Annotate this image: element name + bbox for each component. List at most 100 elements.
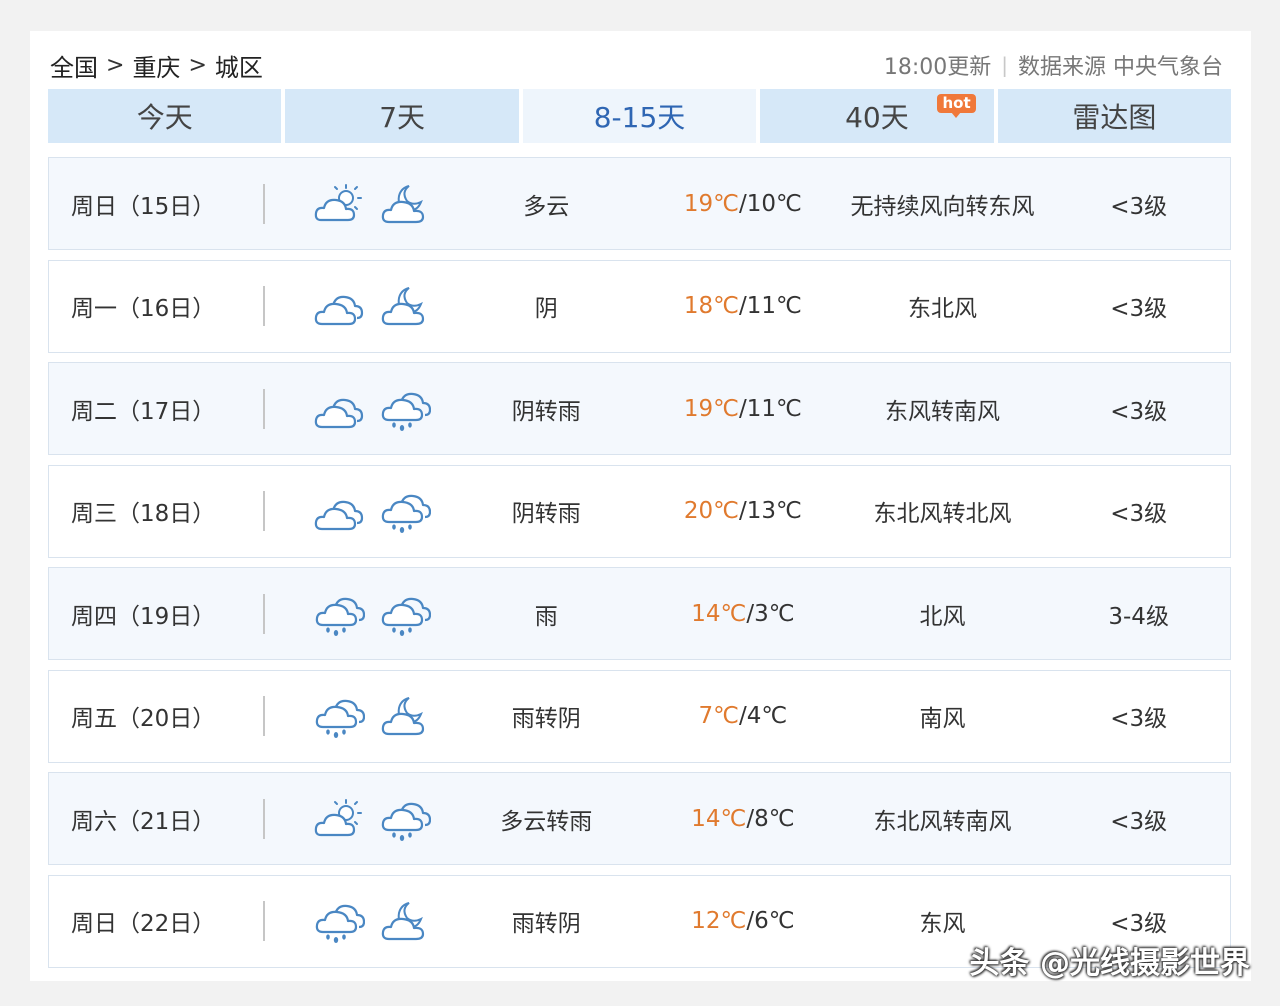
day-label: 周六（21日） (49, 798, 265, 839)
low-temp: 4℃ (746, 703, 788, 729)
weather-panel: 全国 > 重庆 > 城区 18:00更新 | 数据来源 中央气象台 今天 7天 … (30, 31, 1251, 981)
divider: | (1001, 53, 1008, 77)
day-label: 周日（22日） (49, 901, 265, 941)
high-temp: 12℃ (691, 908, 747, 934)
forecast-row: 周五（20日） 雨转阴 7℃/4℃ 南风 <3级 (48, 669, 1231, 763)
temperature: 20℃/13℃ (648, 498, 838, 524)
partly-cloudy-day-icon (314, 798, 362, 836)
temperature: 7℃/4℃ (648, 703, 838, 729)
low-temp: 13℃ (746, 498, 802, 524)
breadcrumb-district: 城区 (214, 53, 263, 82)
partly-cloudy-night-icon (381, 902, 424, 941)
wind-direction: 北风 (919, 603, 966, 630)
wind-level: <3级 (1110, 501, 1168, 527)
wind-level: <3级 (1110, 706, 1168, 732)
high-temp: 20℃ (683, 498, 739, 524)
partly-cloudy-night-icon (381, 184, 424, 223)
wind-level: <3级 (1110, 296, 1168, 322)
breadcrumb-country[interactable]: 全国 (50, 48, 98, 83)
wind-direction: 东风转南风 (885, 398, 1001, 425)
tab-label: 雷达图 (1072, 101, 1157, 134)
forecast-row: 周三（18日） 阴转雨 20℃/13℃ 东北风转北风 <3级 (48, 464, 1231, 558)
wind-direction: 东风 (919, 911, 966, 937)
rain-icon (381, 802, 431, 841)
wind-level: <3级 (1110, 911, 1168, 937)
temperature: 12℃/6℃ (648, 908, 838, 934)
low-temp: 11℃ (746, 395, 802, 422)
low-temp: 11℃ (746, 293, 802, 319)
wind-direction: 东北风转南风 (873, 808, 1012, 835)
weather-icons (265, 284, 445, 328)
weather-icons (265, 694, 445, 738)
weather-icons (265, 182, 445, 226)
tab-40-days[interactable]: 40天 hot (760, 89, 994, 143)
weather-description: 雨 (534, 603, 558, 630)
rain-icon (381, 597, 431, 636)
rain-icon (315, 699, 365, 738)
rain-icon (381, 392, 431, 431)
wind-level: <3级 (1110, 398, 1168, 425)
breadcrumb-separator: > (188, 52, 207, 78)
forecast-row: 周六（21日） 多云转雨 14℃/8℃ 东北风转南风 <3级 (48, 772, 1231, 865)
breadcrumb-separator: > (106, 52, 125, 78)
forecast-list: 周日（15日） 多云 19℃/10℃ 无持续风向转东风 <3级 周一（16日）阴 18℃/1… (48, 157, 1231, 977)
partly-cloudy-night-icon (381, 697, 424, 736)
weather-description: 雨转阴 (511, 911, 581, 937)
partly-cloudy-day-icon (314, 183, 362, 221)
tab-label: 7天 (379, 101, 426, 134)
weather-description: 雨转阴 (511, 706, 581, 732)
rain-icon (315, 904, 365, 943)
tab-7-days[interactable]: 7天 (285, 89, 519, 143)
wind-direction: 无持续风向转东风 (850, 193, 1035, 220)
tab-radar[interactable]: 雷达图 (997, 89, 1232, 143)
tab-label: 今天 (136, 101, 193, 134)
weather-description: 多云转雨 (500, 808, 593, 835)
data-source: 数据来源 中央气象台 (1018, 55, 1223, 80)
temp-separator: / (739, 190, 747, 217)
day-label: 周日（15日） (49, 183, 265, 224)
weather-description: 多云 (523, 193, 570, 220)
tab-today[interactable]: 今天 (48, 89, 282, 143)
temperature: 18℃/11℃ (648, 293, 838, 319)
tab-label: 40天 (845, 101, 909, 134)
low-temp: 6℃ (754, 908, 795, 934)
temp-separator: / (746, 908, 755, 934)
tab-8-15-days[interactable]: 8-15天 (522, 89, 757, 143)
temp-separator: / (739, 395, 747, 422)
weather-icons (265, 387, 445, 431)
top-bar: 全国 > 重庆 > 城区 18:00更新 | 数据来源 中央气象台 (50, 48, 1223, 83)
weather-description: 阴转雨 (511, 398, 581, 425)
wind-direction: 南风 (919, 706, 966, 732)
wind-level: <3级 (1110, 193, 1168, 220)
day-label: 周四（19日） (49, 593, 265, 634)
forecast-row: 周二（17日） 阴转雨 19℃/11℃ 东风转南风 <3级 (48, 362, 1231, 455)
wind-direction: 东北风转北风 (873, 501, 1012, 527)
overcast-icon (314, 398, 363, 428)
high-temp: 7℃ (698, 703, 739, 729)
temperature: 19℃/11℃ (648, 396, 838, 422)
high-temp: 14℃ (691, 805, 747, 832)
low-temp: 8℃ (754, 805, 795, 832)
wind-level: <3级 (1110, 808, 1168, 835)
low-temp: 10℃ (746, 190, 802, 217)
tab-label: 8-15天 (593, 101, 686, 134)
data-source-info: 18:00更新 | 数据来源 中央气象台 (884, 49, 1223, 81)
temp-separator: / (746, 600, 755, 627)
day-label: 周一（16日） (49, 286, 265, 326)
temperature: 14℃/8℃ (648, 806, 838, 832)
weather-icons (265, 489, 445, 533)
breadcrumb-province[interactable]: 重庆 (132, 48, 180, 83)
forecast-tabs: 今天 7天 8-15天 40天 hot 雷达图 (48, 89, 1232, 143)
hot-badge: hot (937, 94, 976, 118)
high-temp: 19℃ (683, 395, 739, 422)
weather-icons (265, 797, 445, 841)
temp-separator: / (739, 703, 747, 729)
breadcrumb: 全国 > 重庆 > 城区 (50, 48, 263, 83)
wind-level: 3-4级 (1108, 603, 1169, 630)
temp-separator: / (739, 293, 747, 319)
forecast-row: 周四（19日） 雨 14℃/3℃ 北风 3-4级 (48, 567, 1231, 660)
partly-cloudy-night-icon (381, 287, 424, 326)
watermark: 头条 @光线摄影世界 (969, 946, 1250, 981)
overcast-icon (314, 295, 363, 326)
weather-description: 阴 (534, 296, 558, 322)
